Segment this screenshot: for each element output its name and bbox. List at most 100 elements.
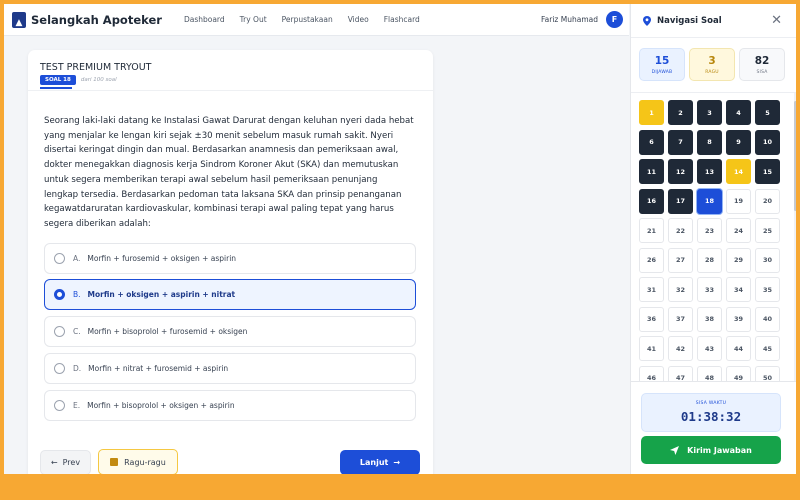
question-cell-6[interactable]: 6 <box>639 129 664 155</box>
question-cell-46[interactable]: 46 <box>639 365 664 381</box>
nav-dashboard[interactable]: Dashboard <box>184 15 225 24</box>
question-cell-19[interactable]: 19 <box>726 188 751 214</box>
question-cell-32[interactable]: 32 <box>668 277 693 302</box>
question-cell-8[interactable]: 8 <box>697 129 722 155</box>
question-cell-27[interactable]: 27 <box>668 247 693 273</box>
question-cell-33[interactable]: 33 <box>697 277 722 302</box>
stat-label: DIJAWAB <box>651 69 673 75</box>
question-cell-36[interactable]: 36 <box>639 306 664 332</box>
close-icon[interactable]: ✕ <box>771 13 782 28</box>
map-pin-icon <box>643 15 651 26</box>
radio-icon[interactable] <box>54 326 65 337</box>
question-cell-40[interactable]: 40 <box>755 306 780 332</box>
question-cell-4[interactable]: 4 <box>726 100 751 125</box>
question-cell-3[interactable]: 3 <box>697 100 722 125</box>
question-cell-24[interactable]: 24 <box>726 218 751 243</box>
avatar[interactable]: F <box>606 11 623 28</box>
option-text: Morfin + nitrat + furosemid + aspirin <box>88 364 229 373</box>
arrow-right-icon: → <box>393 458 401 467</box>
question-cell-49[interactable]: 49 <box>726 365 751 381</box>
nav-try-out[interactable]: Try Out <box>240 15 267 24</box>
prev-button[interactable]: ← Prev <box>40 450 91 474</box>
user-menu[interactable]: Fariz Muhamad F <box>541 11 623 28</box>
question-cell-22[interactable]: 22 <box>668 218 693 243</box>
question-cell-1[interactable]: 1 <box>639 100 664 125</box>
option-letter: E. <box>73 401 81 410</box>
nav-video[interactable]: Video <box>348 15 369 24</box>
flag-icon <box>110 458 119 466</box>
question-cell-43[interactable]: 43 <box>697 336 722 361</box>
option-c[interactable]: C. Morfin + bisoprolol + furosemid + oks… <box>44 316 416 347</box>
question-cell-37[interactable]: 37 <box>668 306 693 332</box>
title-underline <box>40 87 72 89</box>
question-cell-2[interactable]: 2 <box>668 100 693 125</box>
question-cell-11[interactable]: 11 <box>639 159 664 184</box>
nav-perpustakaan[interactable]: Perpustakaan <box>282 15 333 24</box>
question-text: Seorang laki-laki datang ke Instalasi Ga… <box>44 116 414 229</box>
question-total: dari 100 soal <box>80 77 117 83</box>
question-cell-17[interactable]: 17 <box>668 188 693 214</box>
radio-icon[interactable] <box>54 253 65 264</box>
question-cell-45[interactable]: 45 <box>755 336 780 361</box>
question-cell-35[interactable]: 35 <box>755 277 780 302</box>
question-cell-12[interactable]: 12 <box>668 159 693 184</box>
question-cell-20[interactable]: 20 <box>755 188 780 214</box>
question-cell-28[interactable]: 28 <box>697 247 722 273</box>
question-cell-14[interactable]: 14 <box>726 159 751 184</box>
radio-icon[interactable] <box>54 400 65 411</box>
question-cell-18[interactable]: 18 <box>697 188 722 214</box>
prev-label: Prev <box>62 458 81 467</box>
question-grid-panel: 1 2 3 4 5 6 7 8 9 10 11 12 13 14 15 16 17 18 19 20 21 22 23 24 2… <box>631 92 796 382</box>
question-cell-16[interactable]: 16 <box>639 188 664 214</box>
question-cell-30[interactable]: 30 <box>755 247 780 273</box>
option-a[interactable]: A. Morfin + furosemid + oksigen + aspiri… <box>44 243 416 274</box>
main-nav: Dashboard Try Out Perpustakaan Video Fla… <box>184 15 435 24</box>
arrow-left-icon: ← <box>50 458 58 467</box>
question-number-badge: SOAL 18 <box>40 75 76 85</box>
timer-label: SISA WAKTU <box>695 401 727 406</box>
brand[interactable]: ▲ Selangkah Apoteker <box>12 11 162 28</box>
timer-value: 01:38:32 <box>680 409 742 424</box>
question-cell-31[interactable]: 31 <box>639 277 664 302</box>
question-cell-41[interactable]: 41 <box>639 336 664 361</box>
question-cell-21[interactable]: 21 <box>639 218 664 243</box>
scrollbar-thumb[interactable] <box>794 101 796 211</box>
timer-box: SISA WAKTU 01:38:32 <box>641 393 781 432</box>
question-cell-50[interactable]: 50 <box>755 365 780 381</box>
scrollbar[interactable] <box>794 93 796 381</box>
question-cell-23[interactable]: 23 <box>697 218 722 243</box>
ragu-ragu-button[interactable]: Ragu-ragu <box>98 449 178 474</box>
radio-icon[interactable] <box>54 363 65 374</box>
question-cell-26[interactable]: 26 <box>639 247 664 273</box>
option-d[interactable]: D. Morfin + nitrat + furosemid + aspirin <box>44 353 416 384</box>
question-cell-34[interactable]: 34 <box>726 277 751 302</box>
question-cell-39[interactable]: 39 <box>726 306 751 332</box>
question-cell-13[interactable]: 13 <box>697 159 722 184</box>
question-cell-5[interactable]: 5 <box>755 100 780 125</box>
navigator-header: Navigasi Soal ✕ <box>631 4 796 38</box>
option-e[interactable]: E. Morfin + bisoprolol + oksigen + aspir… <box>44 390 416 421</box>
option-b[interactable]: B. Morfin + oksigen + aspirin + nitrat <box>44 279 416 310</box>
option-text: Morfin + furosemid + oksigen + aspirin <box>87 254 237 263</box>
nav-flashcard[interactable]: Flashcard <box>384 15 420 24</box>
question-cell-9[interactable]: 9 <box>726 129 751 155</box>
question-cell-29[interactable]: 29 <box>726 247 751 273</box>
stat-value: 82 <box>754 54 770 67</box>
stat-value: 3 <box>708 54 716 67</box>
question-cell-15[interactable]: 15 <box>755 159 780 184</box>
question-cell-25[interactable]: 25 <box>755 218 780 243</box>
next-button[interactable]: Lanjut → <box>340 450 420 474</box>
question-cell-42[interactable]: 42 <box>668 336 693 361</box>
option-letter: A. <box>73 254 81 263</box>
send-icon <box>670 445 680 455</box>
submit-button[interactable]: Kirim Jawaban <box>641 436 781 464</box>
question-cell-38[interactable]: 38 <box>697 306 722 332</box>
option-letter: C. <box>73 327 81 336</box>
question-cell-44[interactable]: 44 <box>726 336 751 361</box>
question-cell-48[interactable]: 48 <box>697 365 722 381</box>
question-cell-7[interactable]: 7 <box>668 129 693 155</box>
brand-name: Selangkah Apoteker <box>31 12 162 27</box>
question-cell-10[interactable]: 10 <box>755 129 780 155</box>
radio-icon[interactable] <box>54 289 65 300</box>
question-cell-47[interactable]: 47 <box>668 365 693 381</box>
